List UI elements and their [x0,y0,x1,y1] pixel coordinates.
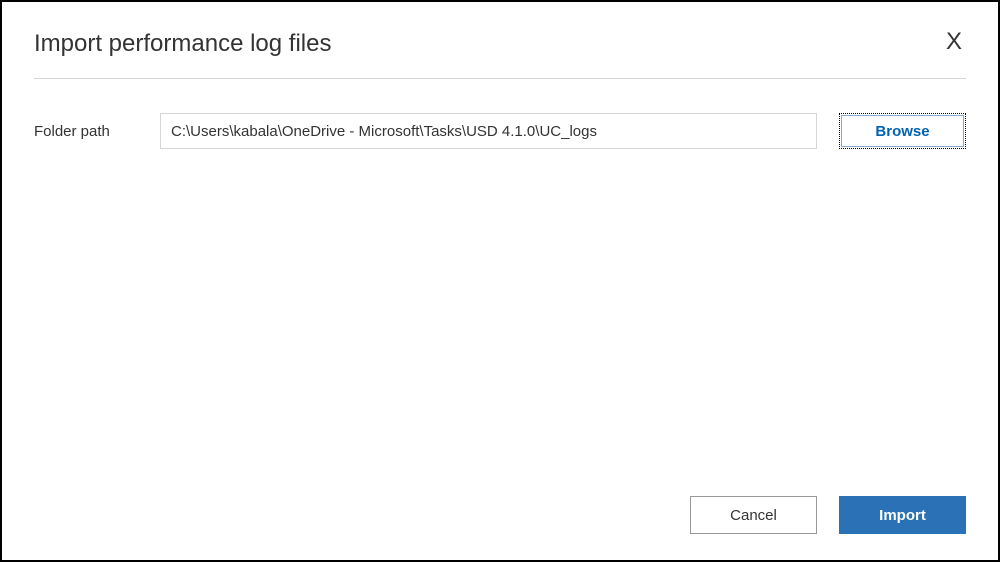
dialog-header: Import performance log files X [34,30,966,58]
folder-path-input[interactable] [160,113,817,149]
import-button[interactable]: Import [839,496,966,534]
close-icon[interactable]: X [942,30,966,54]
browse-button[interactable]: Browse [839,113,966,149]
folder-path-label: Folder path [34,123,160,140]
header-divider [34,78,966,79]
folder-path-row: Folder path Browse [34,113,966,149]
dialog-footer: Cancel Import [690,496,966,534]
cancel-button[interactable]: Cancel [690,496,817,534]
import-dialog: Import performance log files X Folder pa… [0,0,1000,562]
dialog-title: Import performance log files [34,30,331,58]
